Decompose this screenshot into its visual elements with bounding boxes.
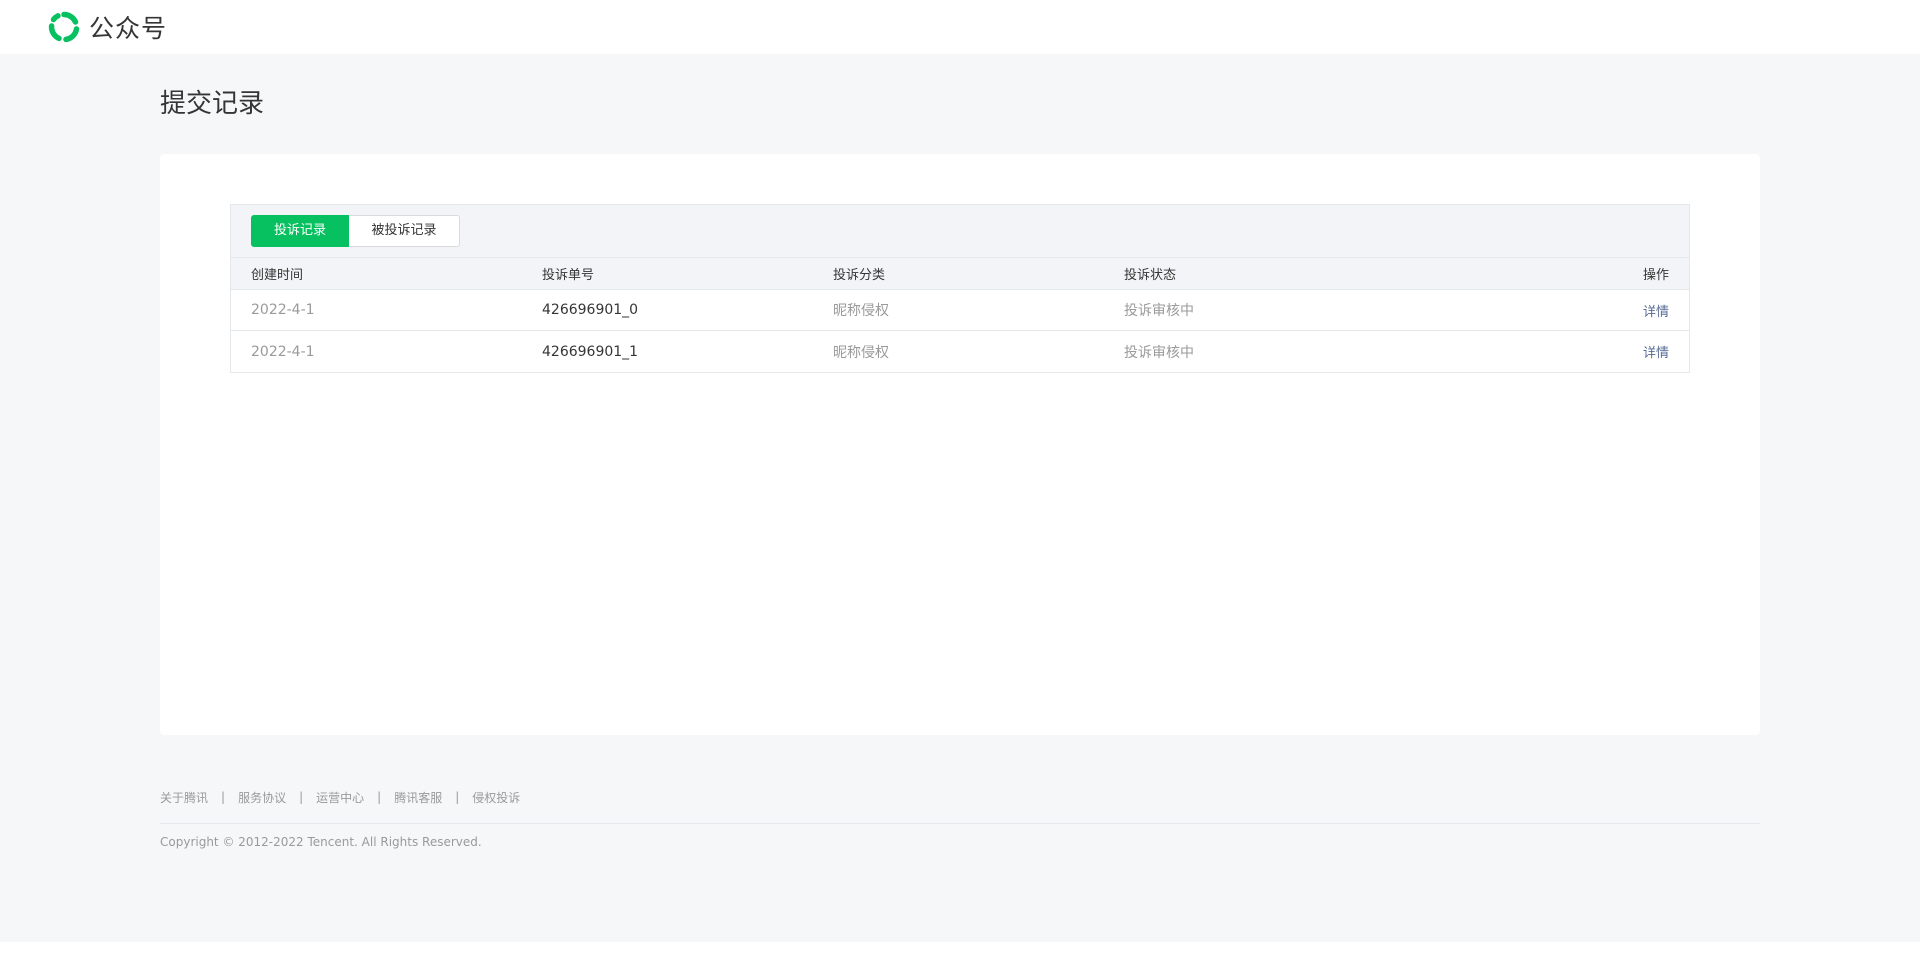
footer-divider <box>160 823 1760 824</box>
detail-link[interactable]: 详情 <box>1643 301 1669 320</box>
tab-bar: 投诉记录 被投诉记录 <box>231 205 1689 258</box>
row-action-cell: 详情 <box>1643 331 1669 372</box>
detail-link[interactable]: 详情 <box>1643 342 1669 361</box>
footer: 关于腾讯 | 服务协议 | 运营中心 | 腾讯客服 | 侵权投诉 Copyrig… <box>160 787 1760 849</box>
column-header-created-time: 创建时间 <box>251 268 304 283</box>
row-status: 投诉审核中 <box>1124 344 1194 361</box>
wechat-official-account-logo-icon <box>48 11 80 43</box>
footer-links: 关于腾讯 | 服务协议 | 运营中心 | 腾讯客服 | 侵权投诉 <box>160 787 1760 807</box>
tab-complaint-records[interactable]: 投诉记录 <box>251 215 349 247</box>
row-date: 2022-4-1 <box>251 343 315 360</box>
footer-link-infringement-complaint[interactable]: 侵权投诉 <box>472 789 520 806</box>
row-ticket-number: 426696901_1 <box>542 343 639 360</box>
footer-separator: | <box>455 790 460 804</box>
copyright: Copyright © 2012-2022 Tencent. All Right… <box>160 835 482 849</box>
row-status: 投诉审核中 <box>1124 303 1194 319</box>
records-table: 投诉记录 被投诉记录 创建时间 投诉单号 投诉分类 投诉状态 操作 2022-4… <box>230 204 1690 373</box>
tab-complained-records[interactable]: 被投诉记录 <box>349 215 460 247</box>
footer-link-customer-service[interactable]: 腾讯客服 <box>394 789 442 806</box>
tab-group: 投诉记录 被投诉记录 <box>251 215 460 247</box>
brand[interactable]: 公众号 <box>47 10 167 44</box>
row-date: 2022-4-1 <box>251 302 315 318</box>
footer-link-about-tencent[interactable]: 关于腾讯 <box>160 789 208 806</box>
row-ticket-number: 426696901_0 <box>542 302 639 318</box>
top-bar: 公众号 <box>0 0 1920 54</box>
table-row: 2022-4-1 426696901_1 昵称侵权 投诉审核中 详情 <box>231 331 1689 372</box>
records-card: 投诉记录 被投诉记录 创建时间 投诉单号 投诉分类 投诉状态 操作 2022-4… <box>160 154 1760 735</box>
main-area: 提交记录 投诉记录 被投诉记录 创建时间 投诉单号 投诉分类 投诉状态 操作 2… <box>0 54 1920 942</box>
footer-separator: | <box>299 790 304 804</box>
row-action-cell: 详情 <box>1643 290 1669 330</box>
footer-link-operation-center[interactable]: 运营中心 <box>316 789 364 806</box>
brand-name: 公众号 <box>89 14 168 43</box>
table-header: 创建时间 投诉单号 投诉分类 投诉状态 操作 <box>231 258 1689 290</box>
column-header-ticket-number: 投诉单号 <box>542 268 595 283</box>
column-header-status: 投诉状态 <box>1124 268 1177 283</box>
footer-separator: | <box>221 790 226 804</box>
page-title: 提交记录 <box>160 89 265 119</box>
footer-separator: | <box>377 790 382 804</box>
row-category: 昵称侵权 <box>833 344 889 361</box>
row-category: 昵称侵权 <box>833 303 889 319</box>
column-header-category: 投诉分类 <box>833 268 886 283</box>
footer-link-service-agreement[interactable]: 服务协议 <box>238 789 286 806</box>
column-header-action: 操作 <box>1642 268 1669 283</box>
table-row: 2022-4-1 426696901_0 昵称侵权 投诉审核中 详情 <box>231 290 1689 331</box>
